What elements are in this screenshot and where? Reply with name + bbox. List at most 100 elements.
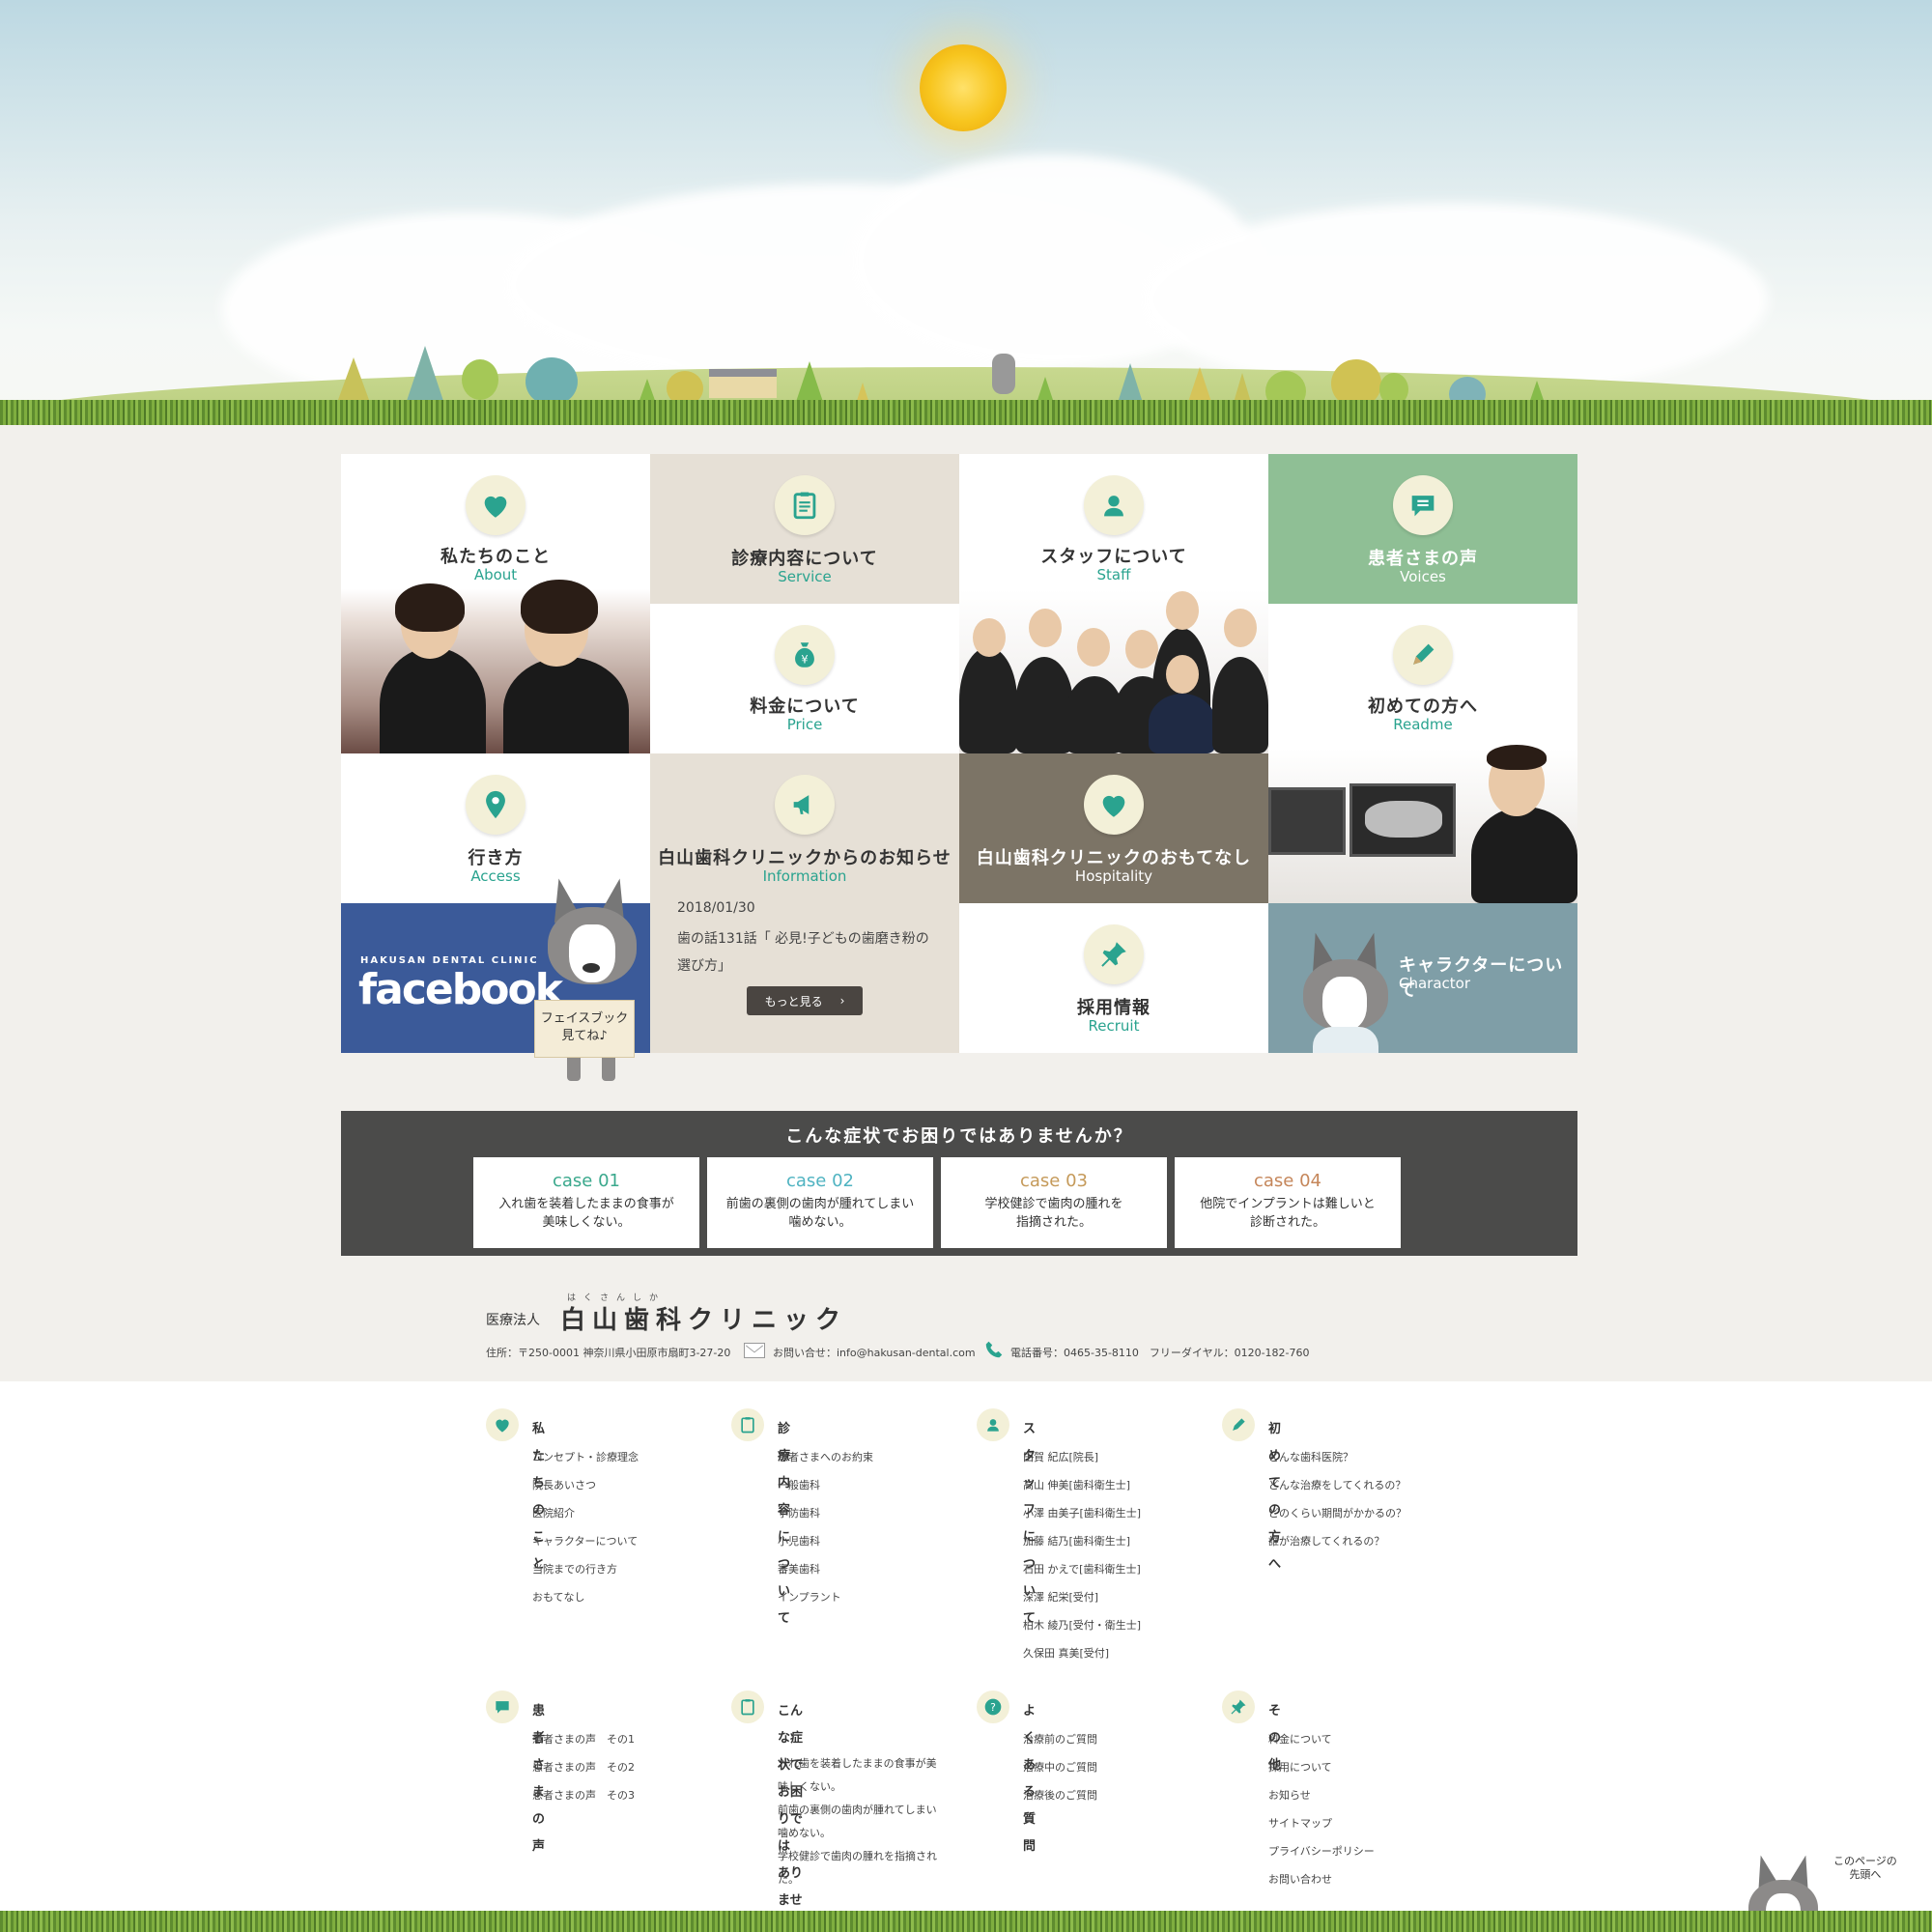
news-date: 2018/01/30 bbox=[677, 900, 755, 916]
person-icon bbox=[977, 1408, 1009, 1441]
footer-link[interactable]: どんな歯科医院？ bbox=[1268, 1443, 1406, 1471]
footer-link[interactable]: プライバシーポリシー bbox=[1268, 1837, 1375, 1865]
push-pin-icon bbox=[1222, 1690, 1255, 1723]
case-card-1[interactable]: case 01 入れ歯を装着したままの食事が 美味しくない。 bbox=[473, 1157, 699, 1248]
facebook-logo: facebook bbox=[358, 965, 563, 1014]
footer-link[interactable]: どのくらい期間がかかるの？ bbox=[1268, 1499, 1406, 1527]
footer-link[interactable]: 加藤 結乃[歯科衛生士] bbox=[1023, 1527, 1141, 1555]
tile-recruit[interactable]: 採用情報 Recruit bbox=[959, 903, 1268, 1053]
footer-link[interactable]: 柏木 綾乃[受付・衛生士] bbox=[1023, 1611, 1141, 1639]
footer-link[interactable]: 採用について bbox=[1268, 1753, 1375, 1781]
footer-link[interactable]: 審美歯科 bbox=[778, 1555, 873, 1583]
footer-link[interactable]: 当院までの行き方 bbox=[532, 1555, 639, 1583]
footer-link[interactable]: 患者さまの声 その1 bbox=[532, 1725, 635, 1753]
footer-link[interactable]: 学校健診で歯肉の腫れを指摘された。 bbox=[778, 1845, 942, 1891]
tile-readme[interactable]: 初めての方へ Readme bbox=[1268, 604, 1577, 903]
back-to-top-link[interactable]: このページの 先頭へ bbox=[1833, 1855, 1897, 1882]
tree bbox=[462, 359, 498, 400]
tile-facebook[interactable]: HAKUSAN DENTAL CLINIC facebook フェイスブック 見… bbox=[341, 875, 650, 1081]
footer-link[interactable]: 治療後のご質問 bbox=[1023, 1781, 1097, 1809]
menu-tile-grid: 私たちのこと About 診療内容について Service スタッフについて S… bbox=[341, 454, 1577, 1081]
footer-link[interactable]: キャラクターについて bbox=[532, 1527, 639, 1555]
footer-link[interactable]: コンセプト・診療理念 bbox=[532, 1443, 639, 1471]
tile-access-title: 行き方 bbox=[468, 848, 524, 868]
push-pin-icon bbox=[1084, 924, 1144, 984]
more-button-label: もっと見る bbox=[764, 994, 823, 1009]
case-number: 03 bbox=[1065, 1171, 1089, 1191]
hero-landscape bbox=[0, 0, 1932, 425]
footer-link[interactable]: インプラント bbox=[778, 1583, 873, 1611]
footer-link[interactable]: 石田 かえで[歯科衛生士] bbox=[1023, 1555, 1141, 1583]
footer-link[interactable]: 小児歯科 bbox=[778, 1527, 873, 1555]
tile-staff[interactable]: スタッフについて Staff bbox=[959, 454, 1268, 753]
tile-voices[interactable]: 患者さまの声 Voices bbox=[1268, 454, 1577, 604]
dog-mascot bbox=[1297, 929, 1394, 1053]
tile-readme-sub: Readme bbox=[1393, 716, 1453, 733]
pencil-icon bbox=[1222, 1408, 1255, 1441]
tile-price[interactable]: ¥ 料金について Price bbox=[650, 604, 959, 753]
tile-service-sub: Service bbox=[778, 568, 832, 585]
footer-link[interactable]: おもてなし bbox=[532, 1583, 639, 1611]
footer-link[interactable]: 誰が治療してくれるの？ bbox=[1268, 1527, 1406, 1555]
news-link[interactable]: 歯の話131話「 必見!子どもの歯磨き粉の選び方」 bbox=[677, 925, 938, 980]
footer-sitemap: 私たちのこと コンセプト・診療理念 院長あいさつ 医院紹介 キャラクターについて… bbox=[0, 1381, 1932, 1932]
footer-link[interactable]: 患者さまへのお約束 bbox=[778, 1443, 873, 1471]
pencil-icon bbox=[1393, 625, 1453, 685]
back-to-top-line: このページの bbox=[1833, 1855, 1897, 1867]
readme-doctor-photo bbox=[1268, 745, 1577, 903]
speech-bubble-icon bbox=[1393, 475, 1453, 535]
footer-link[interactable]: 前歯の裏側の歯肉が腫れてしまい噛めない。 bbox=[778, 1799, 942, 1845]
case-text-line: 他院でインプラントは難しいと bbox=[1200, 1197, 1376, 1211]
phone-icon bbox=[983, 1339, 1005, 1360]
footer-link[interactable]: 久保田 真美[受付] bbox=[1023, 1639, 1141, 1667]
back-to-top-line: 先頭へ bbox=[1849, 1868, 1882, 1881]
case-number: 02 bbox=[832, 1171, 855, 1191]
footer-link[interactable]: 入れ歯を装着したままの食事が美味しくない。 bbox=[778, 1752, 942, 1799]
footer-link[interactable]: 治療中のご質問 bbox=[1023, 1753, 1097, 1781]
footer-link[interactable]: 患者さまの声 その2 bbox=[532, 1753, 635, 1781]
footer-link[interactable]: 一般歯科 bbox=[778, 1471, 873, 1499]
tile-recruit-title: 採用情報 bbox=[1077, 998, 1151, 1018]
clinic-email[interactable]: お問い合せ：info@hakusan-dental.com bbox=[773, 1345, 976, 1360]
sign-line-1: フェイスブック bbox=[540, 1011, 629, 1026]
chevron-right-icon: › bbox=[839, 994, 845, 1008]
footer-link[interactable]: 院長あいさつ bbox=[532, 1471, 639, 1499]
case-card-2[interactable]: case 02 前歯の裏側の歯肉が腫れてしまい 噛めない。 bbox=[707, 1157, 933, 1248]
footer-link[interactable]: どんな治療をしてくれるの？ bbox=[1268, 1471, 1406, 1499]
sun-illustration bbox=[920, 44, 1007, 131]
footer-link[interactable]: お知らせ bbox=[1268, 1781, 1375, 1809]
case-card-4[interactable]: case 04 他院でインプラントは難しいと 診断された。 bbox=[1175, 1157, 1401, 1248]
clinic-name: 白山歯科クリニック bbox=[560, 1306, 848, 1335]
footer-link[interactable]: 予防歯科 bbox=[778, 1499, 873, 1527]
heart-icon bbox=[466, 475, 526, 535]
tile-about[interactable]: 私たちのこと About bbox=[341, 454, 650, 753]
tile-service[interactable]: 診療内容について Service bbox=[650, 454, 959, 604]
case-card-3[interactable]: case 03 学校健診で歯肉の腫れを 指摘された。 bbox=[941, 1157, 1167, 1248]
tile-information: 白山歯科クリニックからのお知らせ Information 2018/01/30 … bbox=[650, 753, 959, 1053]
tree bbox=[406, 346, 444, 404]
footer-link[interactable]: 治療前のご質問 bbox=[1023, 1725, 1097, 1753]
tile-readme-title: 初めての方へ bbox=[1368, 696, 1478, 717]
map-pin-icon bbox=[466, 775, 526, 835]
case-text-line: 美味しくない。 bbox=[542, 1215, 631, 1230]
footer-link[interactable]: 料金について bbox=[1268, 1725, 1375, 1753]
footer-link[interactable]: 深澤 紀栄[受付] bbox=[1023, 1583, 1141, 1611]
footer-link[interactable]: 患者さまの声 その3 bbox=[532, 1781, 635, 1809]
tile-charactor[interactable]: キャラクターについて Charactor bbox=[1268, 903, 1577, 1053]
tile-hospitality[interactable]: 白山歯科クリニックのおもてなし Hospitality bbox=[959, 753, 1268, 903]
footer-link[interactable]: 医院紹介 bbox=[532, 1499, 639, 1527]
tile-staff-title: スタッフについて bbox=[1040, 547, 1187, 567]
case-text-line: 診断された。 bbox=[1249, 1215, 1325, 1230]
more-button[interactable]: もっと見る › bbox=[747, 986, 863, 1015]
tile-price-title: 料金について bbox=[750, 696, 860, 717]
footer-link[interactable]: お問い合わせ bbox=[1268, 1865, 1375, 1893]
footer-link[interactable]: 小澤 由美子[歯科衛生士] bbox=[1023, 1499, 1141, 1527]
tile-recruit-sub: Recruit bbox=[1088, 1017, 1140, 1035]
tile-information-title[interactable]: 白山歯科クリニックからのお知らせ bbox=[650, 844, 959, 869]
footer-link[interactable]: サイトマップ bbox=[1268, 1809, 1375, 1837]
tile-voices-title: 患者さまの声 bbox=[1368, 549, 1478, 569]
footer-link[interactable]: 田賀 紀広[院長] bbox=[1023, 1443, 1141, 1471]
footer-link[interactable]: 高山 伸美[歯科衛生士] bbox=[1023, 1471, 1141, 1499]
yen-bag-icon: ¥ bbox=[775, 625, 835, 685]
facebook-sign: フェイスブック 見てね♪ bbox=[534, 1000, 635, 1058]
